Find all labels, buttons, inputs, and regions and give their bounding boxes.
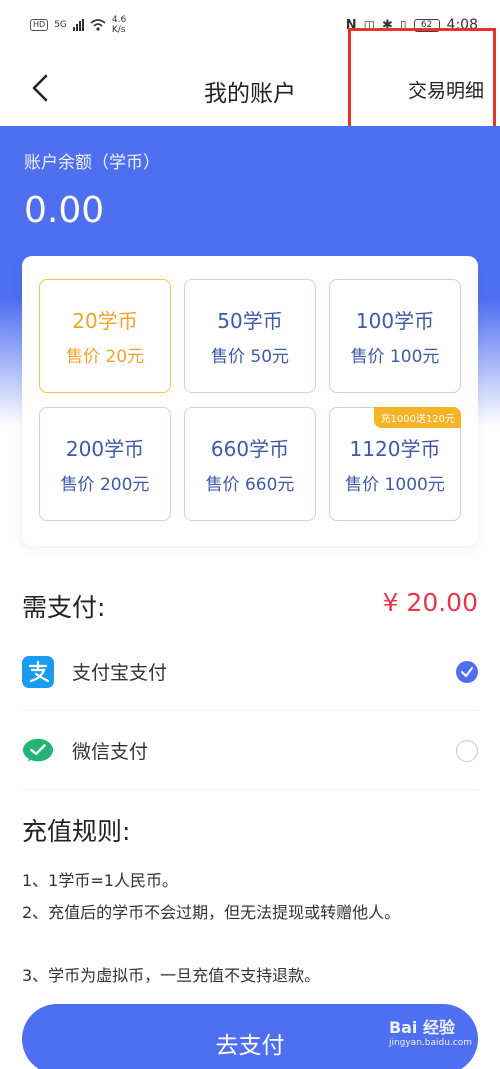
package-card: 20学币 售价 20元 50学币 售价 50元 100学币 售价 100元 20… [22, 256, 478, 546]
rules-title: 充值规则: [22, 817, 131, 846]
wifi-icon [90, 19, 106, 31]
speed-unit: K/s [111, 25, 126, 35]
vibrate-icon: ◫ [363, 18, 376, 32]
package-option[interactable]: 660学币 售价 660元 [184, 407, 316, 521]
network-type: 5G [54, 20, 67, 30]
package-price: 售价 1000元 [345, 475, 445, 495]
package-coins: 50学币 [217, 309, 283, 333]
silent-icon: ▯ [399, 18, 407, 32]
wechat-radio[interactable] [456, 739, 478, 762]
watermark-brand: Bai 经验 [389, 1014, 455, 1038]
signal-icon [72, 19, 84, 31]
baidu-watermark: Bai 经验 jingyan.baidu.com [389, 1014, 472, 1048]
bluetooth-icon: ✱ [382, 17, 393, 33]
network-speed: 4.6 K/s [112, 15, 126, 35]
nfc-icon: N [345, 17, 357, 33]
status-right: N ◫ ✱ ▯ 62 4:08 [346, 17, 478, 33]
status-bar: HD 5G 4.6 K/s N ◫ ✱ ▯ 62 4:08 [0, 0, 500, 50]
package-coins: 660学币 [210, 437, 290, 461]
status-left: HD 5G 4.6 K/s [30, 15, 126, 35]
package-price: 售价 20元 [65, 347, 145, 367]
nav-bar: 我的账户 交易明细 [0, 50, 500, 126]
package-coins: 1120学币 [349, 437, 441, 461]
rule-item: 3、学币为虚拟币，一旦充值不支持退款。 [22, 966, 321, 985]
hd-badge: HD [30, 19, 49, 31]
balance-value: 0.00 [24, 190, 105, 231]
package-price: 售价 50元 [210, 347, 290, 367]
package-coins: 100学币 [355, 309, 435, 333]
check-icon [461, 666, 473, 677]
payment-label: 需支付: [22, 593, 106, 622]
alipay-radio[interactable] [456, 660, 478, 683]
package-option[interactable]: 200学币 售价 200元 [39, 407, 171, 521]
payment-method-label: 微信支付 [72, 741, 149, 763]
package-option[interactable]: 20学币 售价 20元 [39, 279, 171, 393]
payment-amount: ¥ 20.00 [382, 588, 478, 617]
package-price: 售价 660元 [205, 475, 295, 495]
watermark-brand-text: Bai 经验 [388, 1018, 455, 1037]
clock: 4:08 [446, 17, 478, 33]
payment-method-label: 支付宝支付 [72, 662, 168, 684]
package-price: 售价 200元 [60, 475, 150, 495]
transaction-detail-link[interactable]: 交易明细 [408, 76, 484, 103]
balance-label: 账户余额（学币） [24, 153, 160, 173]
promo-tag: 充1000送120元 [374, 407, 461, 428]
payment-method-alipay[interactable]: 支付宝支付 [22, 633, 478, 711]
package-coins: 20学币 [72, 309, 138, 333]
speed-value: 4.6 [111, 15, 127, 25]
rule-item: 1、1学币=1人民币。 [22, 871, 178, 890]
package-option[interactable]: 充1000送120元 1120学币 售价 1000元 [329, 407, 461, 521]
alipay-icon [22, 655, 54, 688]
watermark-url: jingyan.baidu.com [388, 1038, 472, 1048]
battery-icon: 62 [413, 18, 440, 32]
rule-item: 2、充值后的学币不会过期，但无法提现或转赠他人。 [22, 903, 401, 922]
package-option[interactable]: 100学币 售价 100元 [329, 279, 461, 393]
package-price: 售价 100元 [350, 347, 440, 367]
package-coins: 200学币 [65, 437, 145, 461]
payment-method-wechat[interactable]: 微信支付 [22, 712, 478, 790]
package-option[interactable]: 50学币 售价 50元 [184, 279, 316, 393]
wechat-icon [22, 735, 54, 767]
